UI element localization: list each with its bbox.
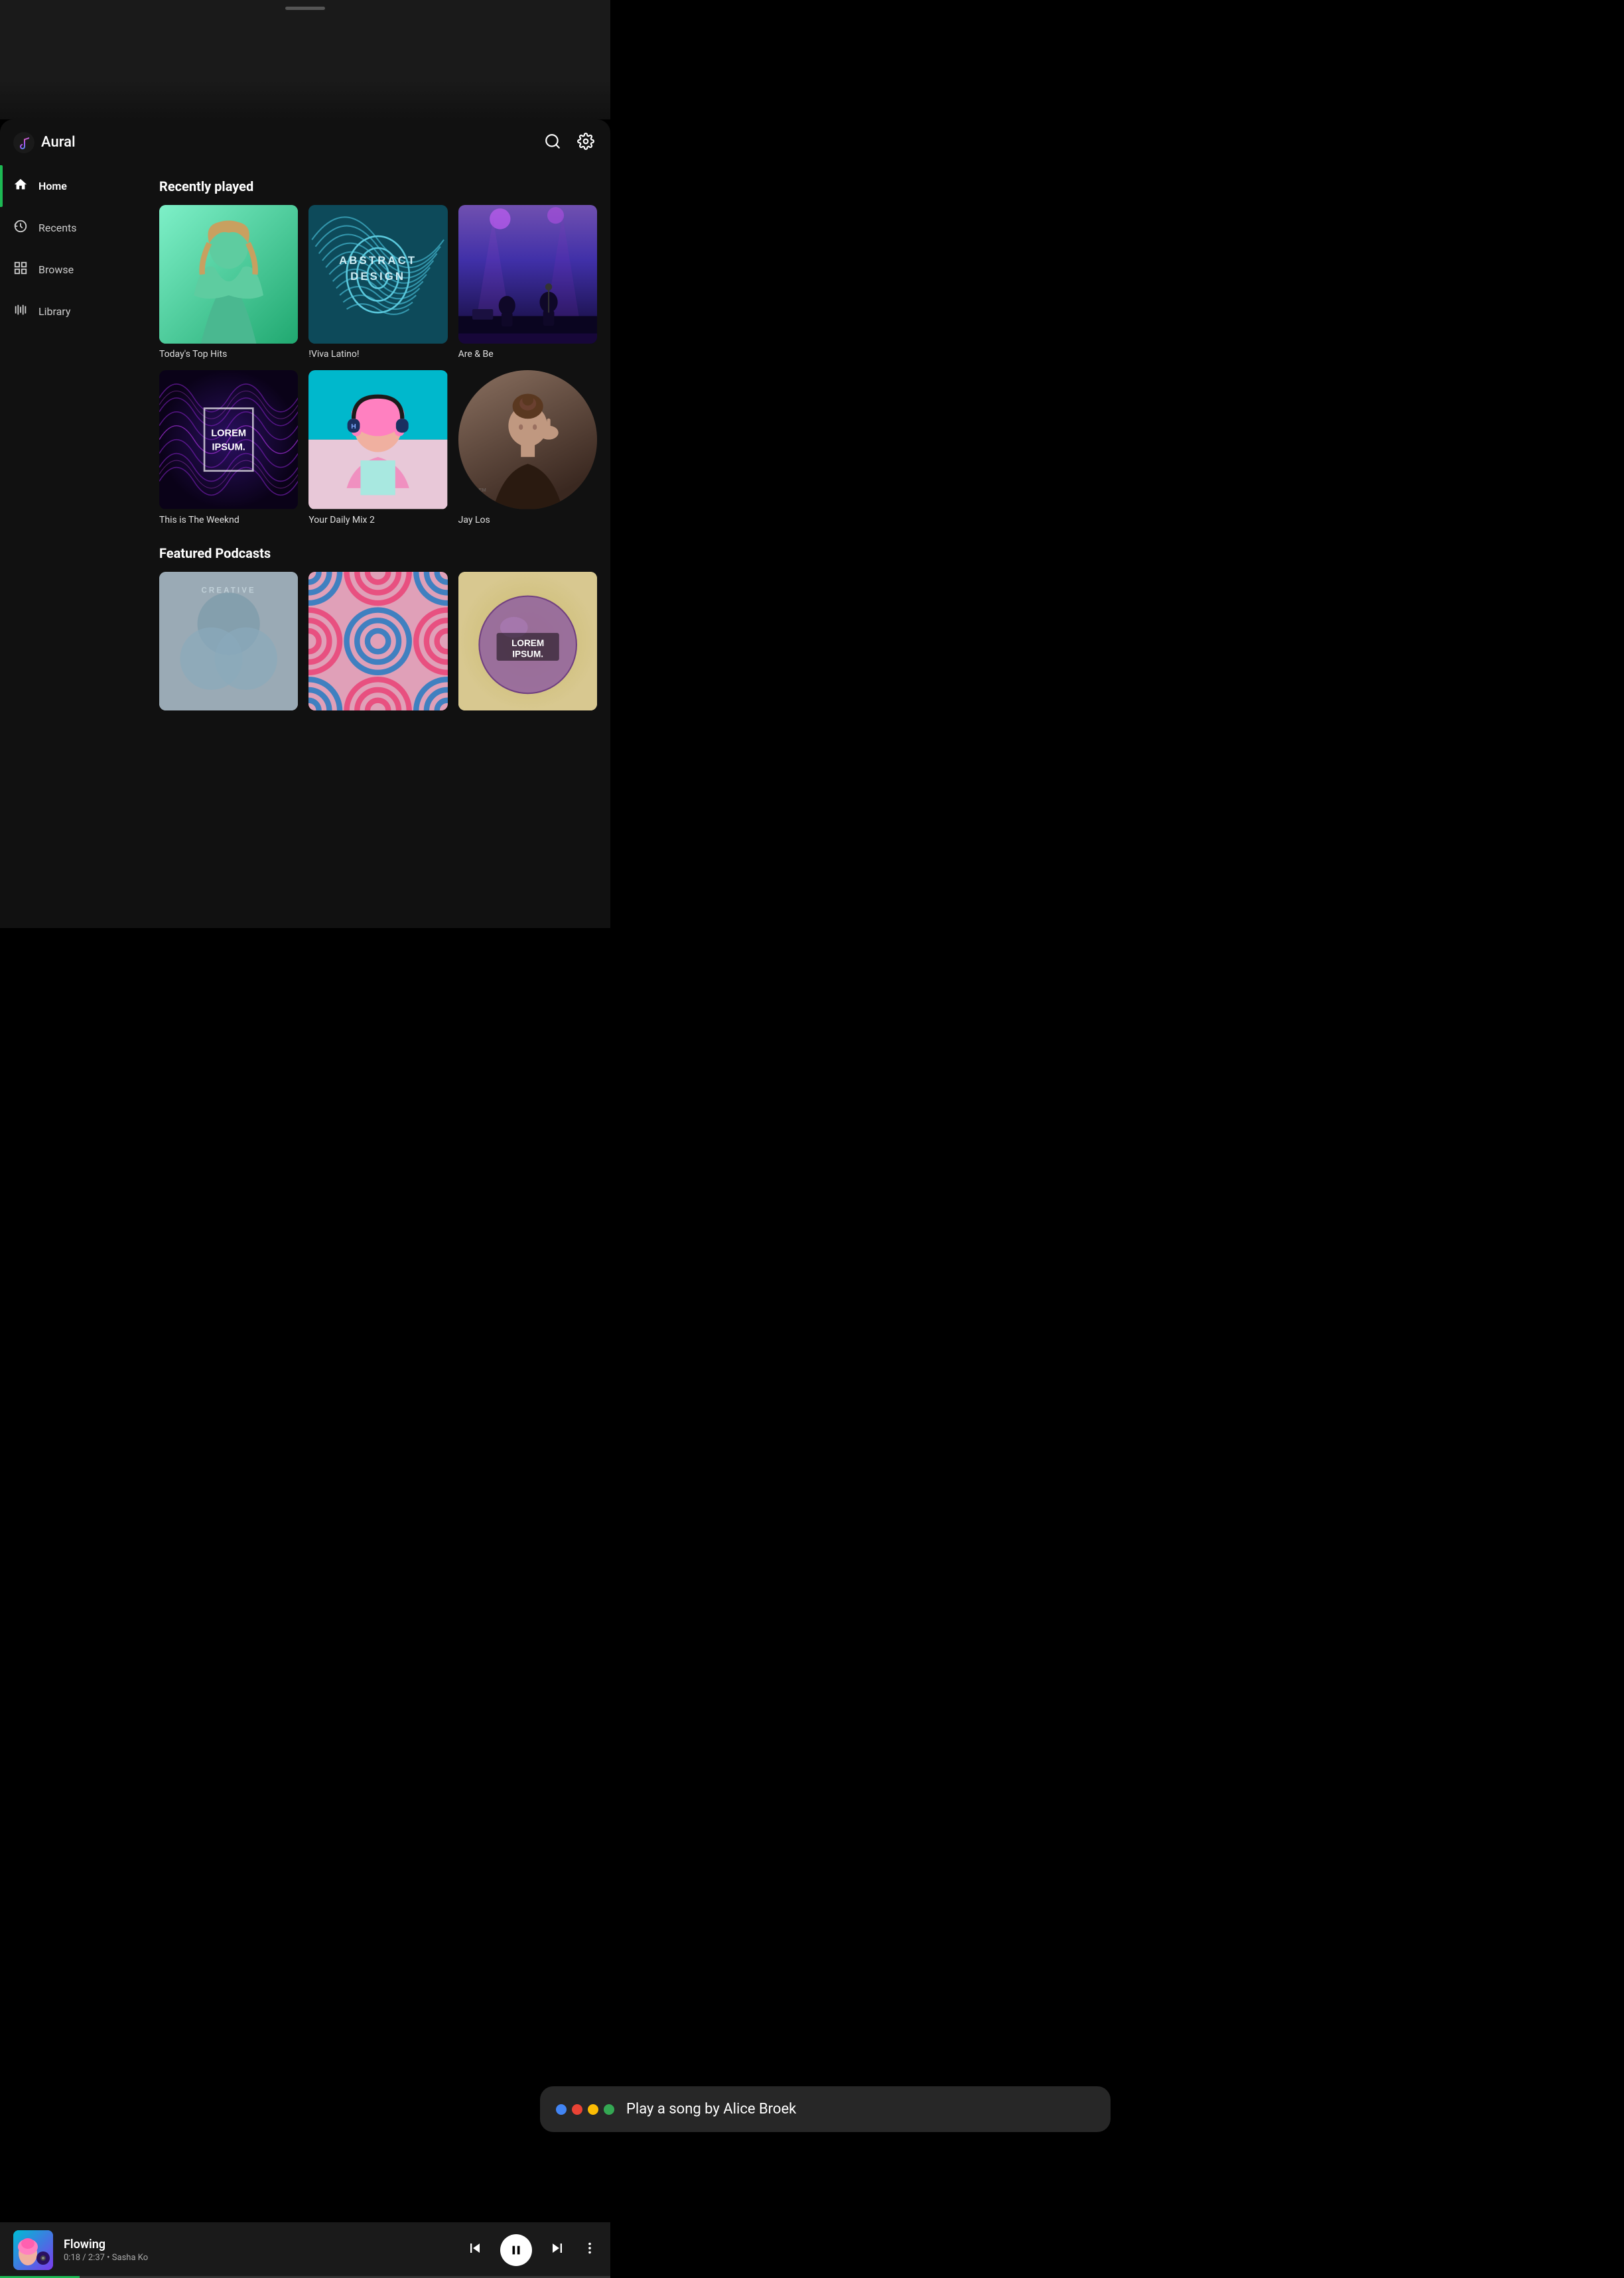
previous-icon — [466, 2239, 484, 2257]
pause-button[interactable] — [500, 2234, 532, 2266]
app-title: Aural — [41, 134, 76, 151]
browse-icon — [13, 261, 28, 279]
sidebar: Home Recents — [0, 165, 153, 928]
recently-played-title: Recently played — [159, 178, 597, 194]
next-icon — [548, 2239, 567, 2257]
voice-assistant-bubble[interactable]: Play a song by Alice Broek — [540, 2086, 1111, 2132]
svg-text:ABSTRACT: ABSTRACT — [339, 254, 417, 267]
podcast-card-lorem[interactable]: LOREM IPSUM. — [458, 572, 597, 716]
search-icon — [544, 133, 561, 150]
album-thumb-jay-los: LOREM IPSUM. — [458, 370, 597, 509]
album-thumb-your-daily-mix-2: H — [308, 370, 447, 509]
sidebar-home-label: Home — [38, 180, 67, 192]
header-actions — [541, 130, 597, 155]
voice-dot-blue — [556, 2104, 567, 2115]
sidebar-item-browse[interactable]: Browse — [0, 249, 153, 291]
svg-text:IPSUM.: IPSUM. — [468, 494, 485, 500]
sidebar-item-recents[interactable]: Recents — [0, 207, 153, 249]
podcast-card-creative[interactable]: CREATIVE — [159, 572, 298, 716]
album-label-viva-latino: !Viva Latino! — [308, 349, 447, 360]
podcast-thumb-creative: CREATIVE — [159, 572, 298, 710]
now-playing-info: Flowing 0:18 / 2:37 • Sasha Ko — [64, 2238, 452, 2263]
album-thumb-viva-latino: ABSTRACT DESIGN — [308, 205, 447, 344]
svg-text:LOREM: LOREM — [468, 487, 486, 493]
sidebar-browse-label: Browse — [38, 263, 74, 276]
album-label-todays-top-hits: Today's Top Hits — [159, 349, 298, 360]
pause-icon — [509, 2243, 523, 2257]
svg-text:DESIGN: DESIGN — [350, 270, 405, 283]
search-button[interactable] — [541, 130, 564, 155]
next-button[interactable] — [545, 2236, 569, 2264]
now-playing-title: Flowing — [64, 2238, 452, 2251]
main-layout: Home Recents — [0, 165, 610, 928]
voice-dot-green — [604, 2104, 614, 2115]
settings-icon — [577, 133, 594, 150]
logo: Aural — [13, 132, 541, 153]
now-playing-bar: Flowing 0:18 / 2:37 • Sasha Ko — [0, 2222, 610, 2278]
app-container: Aural — [0, 119, 610, 928]
album-thumb-this-is-the-weeknd: LOREM IPSUM. — [159, 370, 298, 509]
album-card-are-be[interactable]: Are & Be — [458, 205, 597, 360]
sidebar-item-library[interactable]: Library — [0, 291, 153, 332]
album-label-jay-los: Jay Los — [458, 515, 597, 525]
svg-text:LOREM: LOREM — [511, 638, 544, 648]
top-overlay — [0, 0, 610, 119]
more-icon — [582, 2241, 597, 2255]
settings-button[interactable] — [575, 130, 597, 155]
sidebar-library-label: Library — [38, 305, 70, 318]
album-label-your-daily-mix-2: Your Daily Mix 2 — [308, 515, 447, 525]
voice-dot-yellow — [588, 2104, 598, 2115]
recently-played-grid: Today's Top Hits — [159, 205, 597, 525]
svg-text:IPSUM.: IPSUM. — [212, 442, 245, 453]
voice-assistant-text: Play a song by Alice Broek — [626, 2101, 796, 2117]
drag-handle[interactable] — [285, 7, 325, 10]
content-spacer — [159, 716, 597, 915]
now-playing-controls — [463, 2234, 597, 2266]
sidebar-recents-label: Recents — [38, 222, 77, 234]
featured-podcasts-title: Featured Podcasts — [159, 545, 597, 561]
voice-dots-container — [556, 2104, 614, 2115]
album-card-todays-top-hits[interactable]: Today's Top Hits — [159, 205, 298, 360]
library-icon — [13, 302, 28, 320]
album-card-viva-latino[interactable]: ABSTRACT DESIGN !Viva Latino! — [308, 205, 447, 360]
home-icon — [13, 177, 28, 195]
voice-dot-red — [572, 2104, 582, 2115]
now-playing-subtitle: 0:18 / 2:37 • Sasha Ko — [64, 2253, 452, 2263]
svg-text:H: H — [352, 423, 357, 431]
album-card-your-daily-mix-2[interactable]: H Your Daily Mix 2 — [308, 370, 447, 525]
content-area: Recently played — [153, 165, 610, 928]
podcast-thumb-circles — [308, 572, 447, 710]
svg-text:LOREM: LOREM — [211, 429, 246, 439]
album-thumb-are-be — [458, 205, 597, 344]
podcast-card-circles[interactable] — [308, 572, 447, 716]
logo-icon — [13, 132, 34, 153]
more-options-button[interactable] — [582, 2241, 597, 2259]
album-label-are-be: Are & Be — [458, 349, 597, 360]
album-card-this-is-the-weeknd[interactable]: LOREM IPSUM. This is The Weeknd — [159, 370, 298, 525]
recents-icon — [13, 219, 28, 237]
podcast-thumb-lorem: LOREM IPSUM. — [458, 572, 597, 710]
album-label-this-is-the-weeknd: This is The Weeknd — [159, 515, 298, 525]
svg-text:CREATIVE: CREATIVE — [201, 586, 255, 594]
featured-podcasts-grid: CREATIVE — [159, 572, 597, 716]
album-thumb-todays-top-hits — [159, 205, 298, 344]
album-card-jay-los[interactable]: LOREM IPSUM. Jay Los — [458, 370, 597, 525]
previous-button[interactable] — [463, 2236, 487, 2264]
svg-text:IPSUM.: IPSUM. — [512, 649, 543, 659]
now-playing-thumbnail[interactable] — [13, 2230, 53, 2270]
sidebar-item-home[interactable]: Home — [0, 165, 153, 207]
header: Aural — [0, 119, 610, 165]
